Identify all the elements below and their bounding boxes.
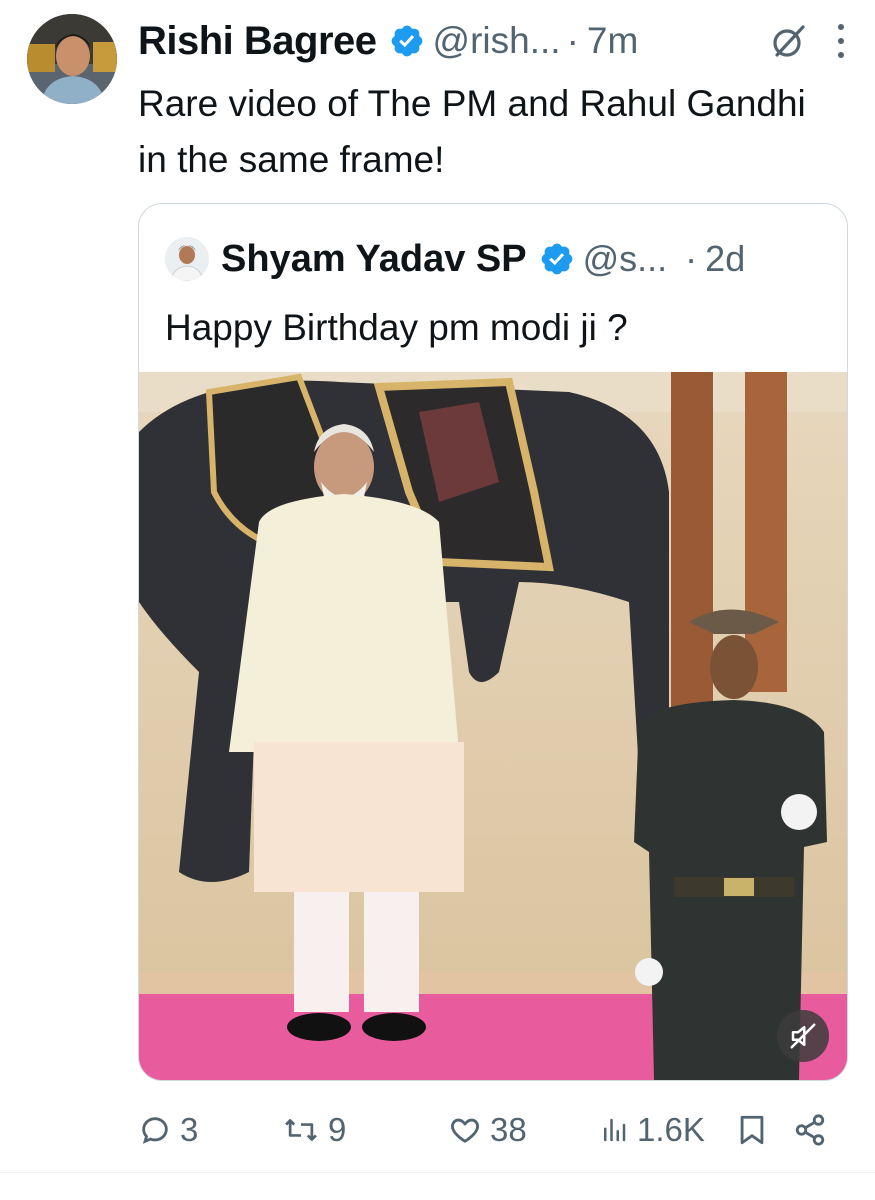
quoted-tweet[interactable]: Shyam Yadav SP @s... · 2d Happy Birthday… (138, 203, 848, 1081)
quoted-author-name[interactable]: Shyam Yadav SP (221, 238, 527, 281)
share-icon (795, 1114, 825, 1146)
grok-icon[interactable] (769, 21, 809, 61)
video-frame (139, 372, 847, 1080)
quoted-author-avatar[interactable] (165, 237, 209, 281)
tweet-text: Rare video of The PM and Rahul Gandhi in… (138, 83, 806, 180)
quoted-tweet-text: Happy Birthday pm modi ji ? (165, 307, 628, 348)
author-avatar[interactable] (27, 14, 117, 104)
mute-button[interactable] (777, 1010, 829, 1062)
divider (0, 1172, 875, 1173)
separator-dot: · (685, 238, 698, 279)
repost-count: 9 (328, 1111, 347, 1148)
views-count: 1.6K (637, 1111, 705, 1148)
quoted-timestamp[interactable]: 2d (705, 238, 745, 280)
reply-count: 3 (180, 1111, 199, 1148)
bookmark-button[interactable] (737, 1113, 793, 1147)
muted-icon (788, 1021, 818, 1051)
reply-button[interactable]: 3 (138, 1111, 282, 1149)
like-count: 38 (490, 1111, 527, 1148)
author-name[interactable]: Rishi Bagree (138, 19, 377, 64)
verified-badge-icon (389, 23, 425, 59)
repost-button[interactable]: 9 (282, 1111, 448, 1149)
views-icon (604, 1118, 626, 1142)
share-button[interactable] (793, 1113, 835, 1147)
views-button[interactable]: 1.6K (599, 1111, 737, 1149)
reply-icon (142, 1117, 168, 1144)
quoted-author-handle[interactable]: @s... (583, 238, 668, 280)
separator-dot: · (566, 20, 579, 61)
quoted-tweet-header: Shyam Yadav SP @s... · 2d (165, 234, 825, 284)
tweet-header: Rishi Bagree @rish... · 7m (138, 16, 845, 66)
like-button[interactable]: 38 (448, 1111, 599, 1149)
more-icon[interactable] (837, 24, 845, 58)
bookmark-icon (740, 1115, 764, 1145)
author-handle[interactable]: @rish... (433, 20, 561, 62)
repost-icon (285, 1119, 317, 1141)
verified-badge-icon (539, 241, 575, 277)
tweet-actions: 3 9 38 1.6K (138, 1105, 845, 1155)
timestamp[interactable]: 7m (587, 20, 638, 62)
video-player[interactable] (139, 372, 847, 1080)
like-icon (451, 1118, 479, 1143)
